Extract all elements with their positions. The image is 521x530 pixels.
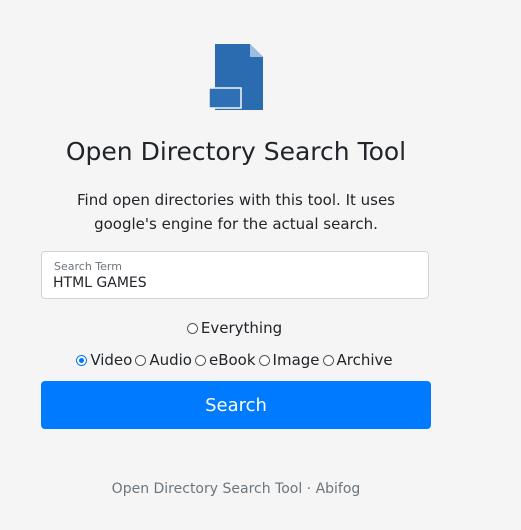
radio-archive[interactable] — [322, 354, 334, 366]
search-input[interactable] — [53, 275, 413, 291]
search-field[interactable]: Search Term — [41, 251, 429, 299]
media-type-options: Video Audio eBook Image Archive — [0, 351, 472, 369]
footer-text: Open Directory Search Tool · Abifog — [111, 481, 361, 497]
option-audio-label: Audio — [149, 351, 192, 369]
option-video-label: Video — [90, 351, 133, 369]
page-description: Find open directories with this tool. It… — [76, 191, 396, 233]
radio-ebook[interactable] — [194, 354, 206, 366]
option-image-label: Image — [272, 351, 320, 369]
option-image[interactable]: Image — [258, 351, 320, 369]
search-button[interactable]: Search — [41, 381, 431, 429]
radio-everything[interactable] — [186, 322, 198, 334]
option-archive-label: Archive — [336, 351, 393, 369]
radio-image[interactable] — [258, 354, 270, 366]
page-title: Open Directory Search Tool — [65, 137, 407, 166]
radio-audio[interactable] — [135, 354, 147, 366]
search-field-label: Search Term — [54, 260, 122, 273]
option-archive[interactable]: Archive — [322, 351, 393, 369]
radio-video[interactable] — [76, 354, 88, 366]
option-video[interactable]: Video — [76, 351, 132, 369]
option-everything-label: Everything — [200, 319, 283, 337]
everything-option-row: Everything — [0, 319, 472, 337]
file-icon — [208, 44, 265, 112]
option-audio[interactable]: Audio — [135, 351, 192, 369]
option-ebook-label: eBook — [208, 351, 256, 369]
option-ebook[interactable]: eBook — [194, 351, 256, 369]
option-everything[interactable]: Everything — [186, 319, 283, 337]
